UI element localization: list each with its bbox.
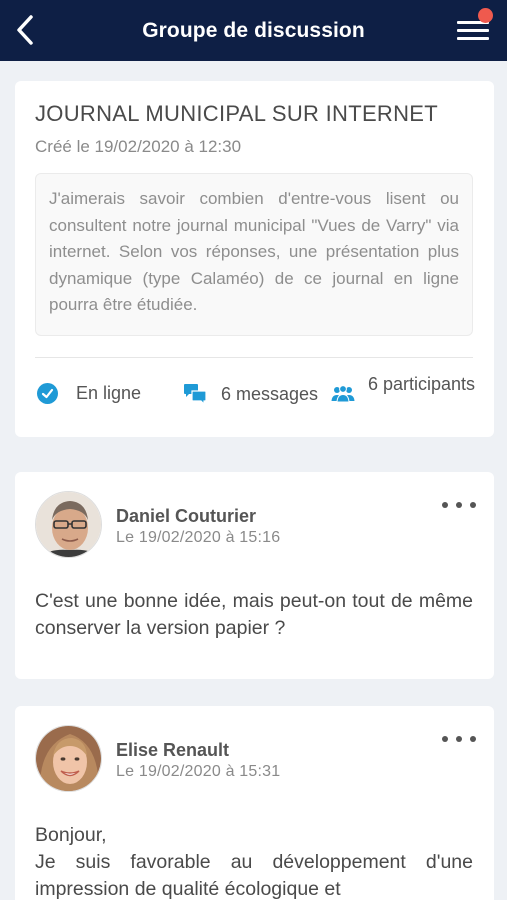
status-stat: En ligne [37, 383, 141, 404]
message-card: Daniel Couturier Le 19/02/2020 à 15:16 C… [15, 472, 494, 679]
more-dot [470, 502, 476, 508]
messages-count: 6 messages [221, 383, 319, 404]
page-title: Groupe de discussion [142, 18, 365, 42]
message-card: Elise Renault Le 19/02/2020 à 15:31 Bonj… [15, 706, 494, 900]
hamburger-menu-bar [457, 29, 489, 32]
status-label: En ligne [76, 383, 142, 403]
message-date: Le 19/02/2020 à 15:31 [116, 763, 281, 780]
notification-badge [478, 8, 493, 23]
check-circle-icon [37, 383, 58, 404]
more-options-button[interactable] [442, 732, 476, 746]
group-created-date: Créé le 19/02/2020 à 12:30 [35, 137, 242, 156]
more-dot [470, 736, 476, 742]
menu-button[interactable] [457, 8, 493, 44]
chat-bubbles-icon [184, 384, 207, 405]
author-name: Elise Renault [116, 740, 230, 760]
messages-stat: 6 messages [183, 383, 318, 405]
group-stats: En ligne 6 messages 6 participants [15, 371, 494, 421]
participants-count: 6 participants [368, 374, 476, 394]
group-card: JOURNAL MUNICIPAL SUR INTERNET Créé le 1… [15, 81, 494, 437]
chevron-left-icon [17, 15, 33, 45]
message-body: C'est une bonne idée, mais peut-on tout … [35, 590, 473, 639]
people-group-icon [331, 385, 355, 403]
back-button[interactable] [10, 12, 40, 48]
message-text: Je suis favorable au développement d'une… [35, 851, 473, 900]
more-dot [456, 736, 462, 742]
hamburger-menu-bar [457, 37, 489, 40]
avatar [35, 491, 102, 558]
author-name: Daniel Couturier [116, 506, 257, 526]
divider [35, 357, 473, 358]
message-body: Bonjour, Je suis favorable au développem… [35, 822, 473, 900]
avatar [35, 725, 102, 792]
group-description: J'aimerais savoir combien d'entre-vous l… [35, 173, 473, 336]
more-dots-icon [442, 502, 448, 508]
message-greeting: Bonjour, [35, 824, 107, 846]
more-options-button[interactable] [442, 498, 476, 512]
more-dots-icon [442, 736, 448, 742]
group-title: JOURNAL MUNICIPAL SUR INTERNET [35, 101, 439, 126]
more-dot [456, 502, 462, 508]
message-date: Le 19/02/2020 à 15:16 [116, 529, 281, 546]
header-bar: Groupe de discussion [0, 0, 507, 61]
